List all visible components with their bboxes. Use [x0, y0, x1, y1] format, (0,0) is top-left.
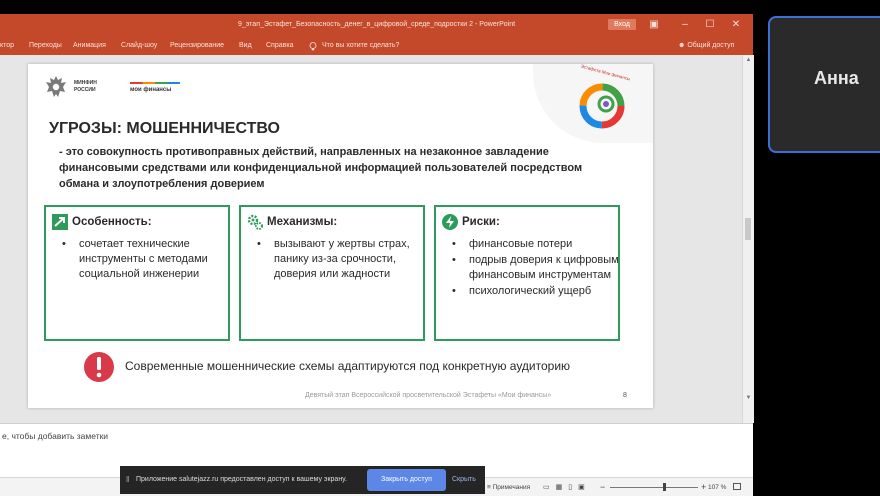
notes-placeholder[interactable]: е, чтобы добавить заметки — [2, 431, 108, 441]
list-item: подрыв доверия к цифровым финансовым инс… — [448, 253, 619, 283]
slide-editing-area[interactable]: МИНФИН РОССИИ мои финансы Эстафета Мои ф… — [0, 55, 742, 423]
feature-box: Особенность: сочетает технические инстру… — [44, 205, 230, 341]
scroll-up-icon[interactable]: ▲ — [743, 57, 754, 63]
slide-description: - это совокупность противоправных действ… — [59, 146, 583, 190]
scroll-thumb[interactable] — [745, 218, 751, 240]
zoom-level[interactable]: 107 % — [708, 484, 726, 491]
screen-share-bar: ‖ Приложение salutejazz.ru предоставлен … — [120, 466, 485, 494]
fit-to-window-icon[interactable] — [733, 483, 741, 490]
title-bar: 9_этап_Эстафет_Безопасность_денег_в_цифр… — [0, 14, 753, 37]
stop-sharing-button[interactable]: Закрыть доступ — [367, 469, 446, 491]
normal-view-icon[interactable]: ▭ — [543, 484, 556, 491]
zoom-out-icon[interactable]: − — [600, 482, 605, 492]
tab-transitions[interactable]: Переходы — [29, 42, 62, 49]
tab-animation[interactable]: Анимация — [73, 42, 106, 49]
slide-heading: УГРОЗЫ: МОШЕННИЧЕСТВО — [49, 120, 280, 137]
document-title: 9_этап_Эстафет_Безопасность_денег_в_цифр… — [237, 21, 516, 28]
tab-konstruktor[interactable]: ктор — [0, 42, 14, 49]
participant-name: Анна — [814, 68, 859, 88]
scroll-down-icon[interactable]: ▼ — [743, 395, 754, 401]
russia-emblem-logo — [46, 76, 66, 97]
lightbulb-icon — [309, 42, 317, 53]
exclamation-icon — [84, 352, 114, 382]
tab-slideshow[interactable]: Слайд-шоу — [121, 42, 157, 49]
drag-handle-icon[interactable]: ‖ — [126, 475, 129, 484]
slideshow-view-icon[interactable]: ▣ — [578, 484, 591, 491]
minfin-line1: МИНФИН — [74, 80, 97, 86]
slide-sorter-icon[interactable]: ▦ — [556, 484, 569, 491]
close-icon[interactable]: ✕ — [729, 18, 743, 32]
list-item: психологический ущерб — [448, 284, 619, 299]
lightning-icon — [442, 214, 458, 230]
feature-title: Особенность: — [72, 216, 152, 228]
tab-help[interactable]: Справка — [266, 42, 293, 49]
page-marker: 8 — [623, 392, 627, 399]
minfin-line2: РОССИИ — [74, 87, 96, 93]
notes-toggle-button[interactable]: ≡ Примечания — [487, 484, 530, 491]
share-label: Общий доступ — [687, 42, 735, 49]
minfin-logo-text: МИНФИН РОССИИ — [74, 80, 97, 94]
mechanisms-title: Механизмы: — [267, 216, 338, 228]
slide-footer: Девятый этап Всероссийской просветительс… — [305, 392, 552, 399]
ribbon-tabs: ктор Переходы Анимация Слайд-шоу Рецензи… — [0, 37, 753, 55]
zoom-in-icon[interactable]: + — [701, 482, 706, 492]
vertical-scrollbar[interactable]: ▲ ▼ — [742, 55, 754, 423]
login-button[interactable]: Вход — [608, 19, 636, 30]
reading-view-icon[interactable]: ▯ — [568, 484, 578, 491]
slide[interactable]: МИНФИН РОССИИ мои финансы Эстафета Мои ф… — [28, 64, 653, 408]
feature-list: сочетает технические инструменты с метод… — [58, 237, 209, 283]
maximize-icon[interactable]: ☐ — [703, 18, 717, 32]
mechanisms-box: Механизмы: вызывают у жертвы страх, пани… — [239, 205, 425, 341]
risks-list: финансовые потери подрыв доверия к цифро… — [448, 237, 619, 300]
risks-title: Риски: — [462, 216, 500, 228]
zoom-slider-knob[interactable] — [663, 483, 666, 491]
ribbon-display-options-icon[interactable]: ▣ — [647, 18, 661, 32]
alert-text: Современные мошеннические схемы адаптиру… — [125, 359, 571, 373]
mechanisms-list: вызывают у жертвы страх, панику из-за ср… — [253, 237, 411, 283]
moi-finansy-logo-text: мои финансы — [130, 87, 172, 93]
minimize-icon[interactable]: – — [678, 18, 692, 32]
view-buttons[interactable]: ▭▦▯▣ — [543, 483, 591, 491]
estafeta-ring-logo — [579, 83, 625, 129]
gears-icon — [247, 214, 263, 230]
notes-label: Примечания — [492, 484, 531, 491]
person-icon: ☻ — [678, 42, 686, 49]
share-button[interactable]: ☻ Общий доступ — [678, 42, 734, 49]
powerpoint-window: 9_этап_Эстафет_Безопасность_денег_в_цифр… — [0, 14, 754, 496]
hide-button[interactable]: Скрыть — [452, 476, 476, 483]
trend-up-icon — [52, 214, 68, 230]
risks-box: Риски: финансовые потери подрыв доверия … — [434, 205, 620, 341]
list-item: вызывают у жертвы страх, панику из-за ср… — [253, 237, 411, 282]
tab-review[interactable]: Рецензирование — [170, 42, 224, 49]
notes-icon: ≡ — [487, 484, 491, 491]
tab-view[interactable]: Вид — [239, 42, 252, 49]
list-item: финансовые потери — [448, 237, 619, 252]
tell-me-search[interactable]: Что вы хотите сделать? — [322, 42, 399, 49]
moi-finansy-color-line — [130, 82, 180, 84]
zoom-slider[interactable] — [610, 487, 698, 488]
share-message: Приложение salutejazz.ru предоставлен до… — [136, 476, 347, 483]
participant-tile[interactable]: Анна — [768, 16, 880, 153]
list-item: сочетает технические инструменты с метод… — [58, 237, 209, 282]
